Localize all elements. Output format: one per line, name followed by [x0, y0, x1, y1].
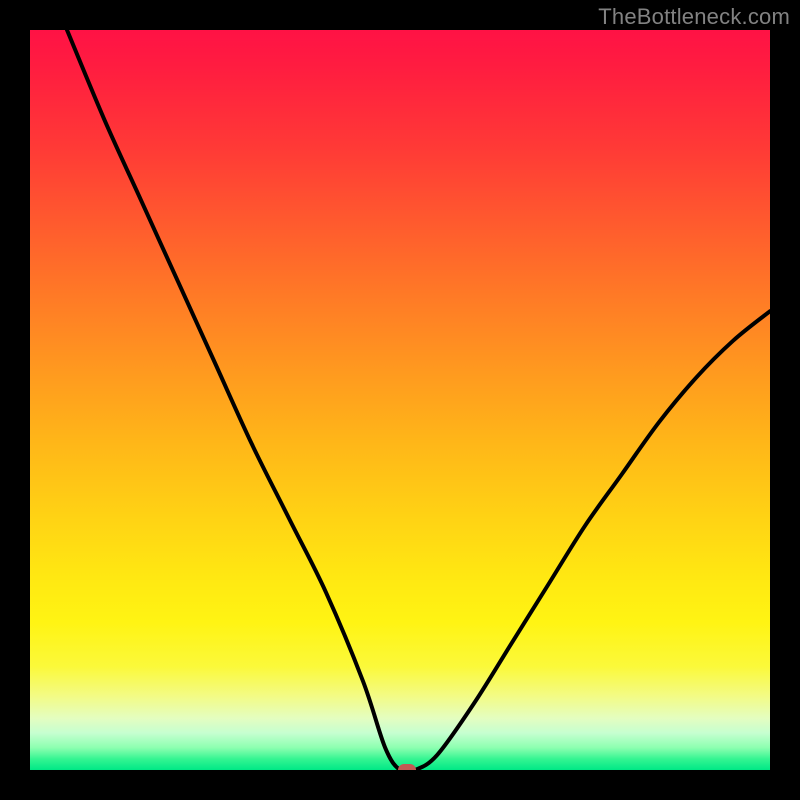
bottleneck-curve — [30, 30, 770, 770]
plot-area — [30, 30, 770, 770]
chart-stage: TheBottleneck.com — [0, 0, 800, 800]
optimal-point-marker — [398, 764, 416, 770]
watermark-text: TheBottleneck.com — [598, 4, 790, 30]
